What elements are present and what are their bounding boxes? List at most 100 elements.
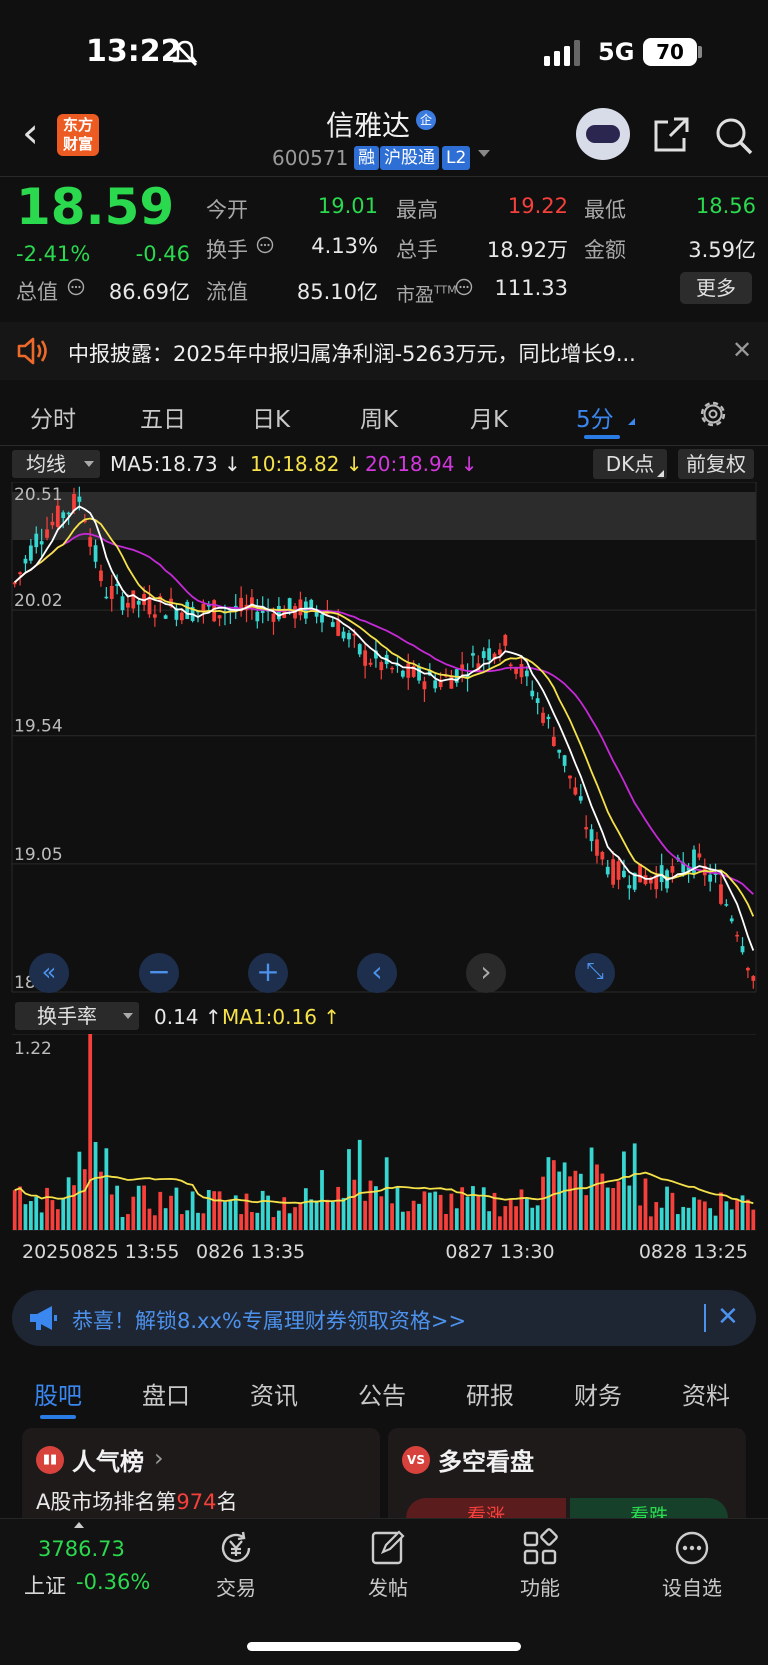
volume-bar (433, 1191, 438, 1230)
volume-bar (12, 1190, 17, 1230)
price-label: 20.51 (14, 485, 63, 505)
chevron-down-icon (123, 1013, 133, 1019)
volume-bar (654, 1202, 659, 1230)
price-label: 19.05 (14, 845, 63, 865)
volume-bar (115, 1185, 120, 1230)
tab-profile[interactable]: 资料 (682, 1376, 730, 1411)
tab-monthly-k[interactable]: 月K (470, 400, 508, 434)
scroll-left-fast-icon[interactable]: « (29, 953, 69, 993)
turnover-select[interactable]: 换手率 (15, 1002, 139, 1030)
tab-weekly-k[interactable]: 周K (360, 400, 398, 434)
index-value[interactable]: 3786.73 (38, 1537, 125, 1561)
kline-chart[interactable]: 20.5120.0219.5419.0518.56 (0, 482, 768, 1000)
home-indicator[interactable] (247, 1642, 521, 1651)
volume-bar (72, 1185, 76, 1230)
volume-bar (471, 1186, 475, 1230)
float-value: 85.10亿 (296, 280, 378, 304)
tag-connect: 沪股通 (380, 146, 439, 170)
promo-text[interactable]: 恭喜！解锁8.xx%专属理财券领取资格>> (72, 1305, 466, 1335)
tab-announcements[interactable]: 公告 (358, 1376, 406, 1411)
nav-post[interactable]: 发帖 (328, 1528, 448, 1601)
candle-body (23, 558, 28, 564)
settings-gear-icon[interactable] (697, 398, 729, 430)
ma-select[interactable]: 均线 (12, 450, 100, 478)
chevron-down-icon (84, 461, 94, 467)
info-icon[interactable] (67, 278, 85, 296)
chevron-down-icon[interactable] (478, 150, 490, 157)
tab-intraday[interactable]: 分时 (30, 400, 76, 434)
candle-body (131, 590, 136, 609)
share-icon[interactable] (652, 116, 690, 154)
nav-functions[interactable]: 功能 (480, 1528, 600, 1601)
info-icon[interactable] (256, 236, 274, 254)
candle-body (638, 863, 642, 883)
long-short-card[interactable]: VS 多空看盘 看涨 看跌 (388, 1428, 746, 1528)
volume-bar (692, 1197, 696, 1230)
volume-bar (45, 1187, 49, 1230)
vs-icon: VS (402, 1446, 430, 1474)
tab-news[interactable]: 资讯 (250, 1376, 298, 1411)
volume-bar (126, 1214, 130, 1230)
candle-body (524, 670, 529, 677)
tab-corner-icon (628, 418, 635, 425)
tab-research[interactable]: 研报 (466, 1376, 514, 1411)
open-label: 今开 (206, 198, 248, 222)
candle-body (708, 874, 713, 882)
tab-finance[interactable]: 财务 (574, 1376, 622, 1411)
volume-bar (729, 1209, 734, 1230)
index-name[interactable]: 上证 (24, 1570, 66, 1600)
volume-bar (158, 1191, 163, 1230)
nav-watchlist[interactable]: 设自选 (632, 1528, 752, 1601)
candle-body (568, 775, 572, 779)
candle-body (50, 521, 55, 526)
dk-point-button[interactable]: DK点 (593, 449, 667, 479)
volume-bar (605, 1187, 610, 1230)
tab-guba[interactable]: 股吧 (34, 1376, 82, 1411)
open-value: 19.01 (317, 194, 378, 218)
volume-bar (708, 1208, 713, 1230)
notice-text[interactable]: 中报披露：2025年中报归属净利润-5263万元，同比增长9... (68, 338, 636, 368)
tab-five-day[interactable]: 五日 (140, 400, 186, 434)
volume-bar (136, 1185, 141, 1230)
scroll-left-icon[interactable]: ‹ (357, 953, 397, 993)
fullscreen-icon[interactable]: ⤡ (575, 953, 615, 993)
volume-bar (276, 1210, 281, 1230)
tab-pankou[interactable]: 盘口 (142, 1376, 190, 1411)
volume-bar (406, 1211, 411, 1230)
search-icon[interactable] (714, 116, 754, 156)
candle-body (530, 690, 535, 697)
ma-lines (14, 505, 755, 951)
tab-daily-k[interactable]: 日K (252, 400, 290, 434)
adjust-button[interactable]: 前复权 (678, 449, 754, 479)
volume-bar (454, 1208, 459, 1230)
info-icon[interactable] (455, 278, 473, 296)
candle-body (93, 545, 98, 562)
volume-bar (131, 1196, 136, 1230)
tab-5min[interactable]: 5分 (576, 400, 614, 434)
index-change[interactable]: -0.36% (76, 1570, 150, 1594)
close-icon[interactable]: ✕ (732, 336, 752, 364)
chevron-up-icon[interactable] (74, 1522, 84, 1528)
battery-tip (698, 46, 702, 58)
compose-icon (371, 1530, 405, 1565)
candle-body (508, 664, 513, 667)
more-button[interactable]: 更多 (680, 272, 752, 304)
status-time: 13:22 (86, 34, 182, 69)
back-arrow-icon[interactable]: ‹ (22, 112, 39, 154)
popularity-card[interactable]: ▮▮ 人气榜 › A股市场排名第974名 (22, 1428, 380, 1528)
nav-trade[interactable]: 交易 (176, 1528, 296, 1601)
volume-bar (557, 1171, 562, 1230)
megaphone-icon (30, 1306, 57, 1330)
volume-bar (28, 1201, 33, 1230)
total-value-label: 总值 (16, 280, 58, 304)
volume-bar (374, 1186, 378, 1230)
zoom-out-icon[interactable]: − (139, 953, 179, 993)
popularity-rank: A股市场排名第974名 (36, 1490, 238, 1514)
candle-body (541, 712, 545, 723)
close-icon[interactable]: ✕ (717, 1302, 739, 1332)
eastmoney-logo[interactable]: 东方 财富 (57, 114, 99, 156)
zoom-in-icon[interactable]: + (248, 953, 288, 993)
turnover-chart[interactable]: 1.22 20250825 13:55 0826 13:35 0827 13:30 08… (0, 1034, 768, 1280)
candle-body (347, 633, 351, 640)
scroll-right-icon[interactable]: › (466, 953, 506, 993)
